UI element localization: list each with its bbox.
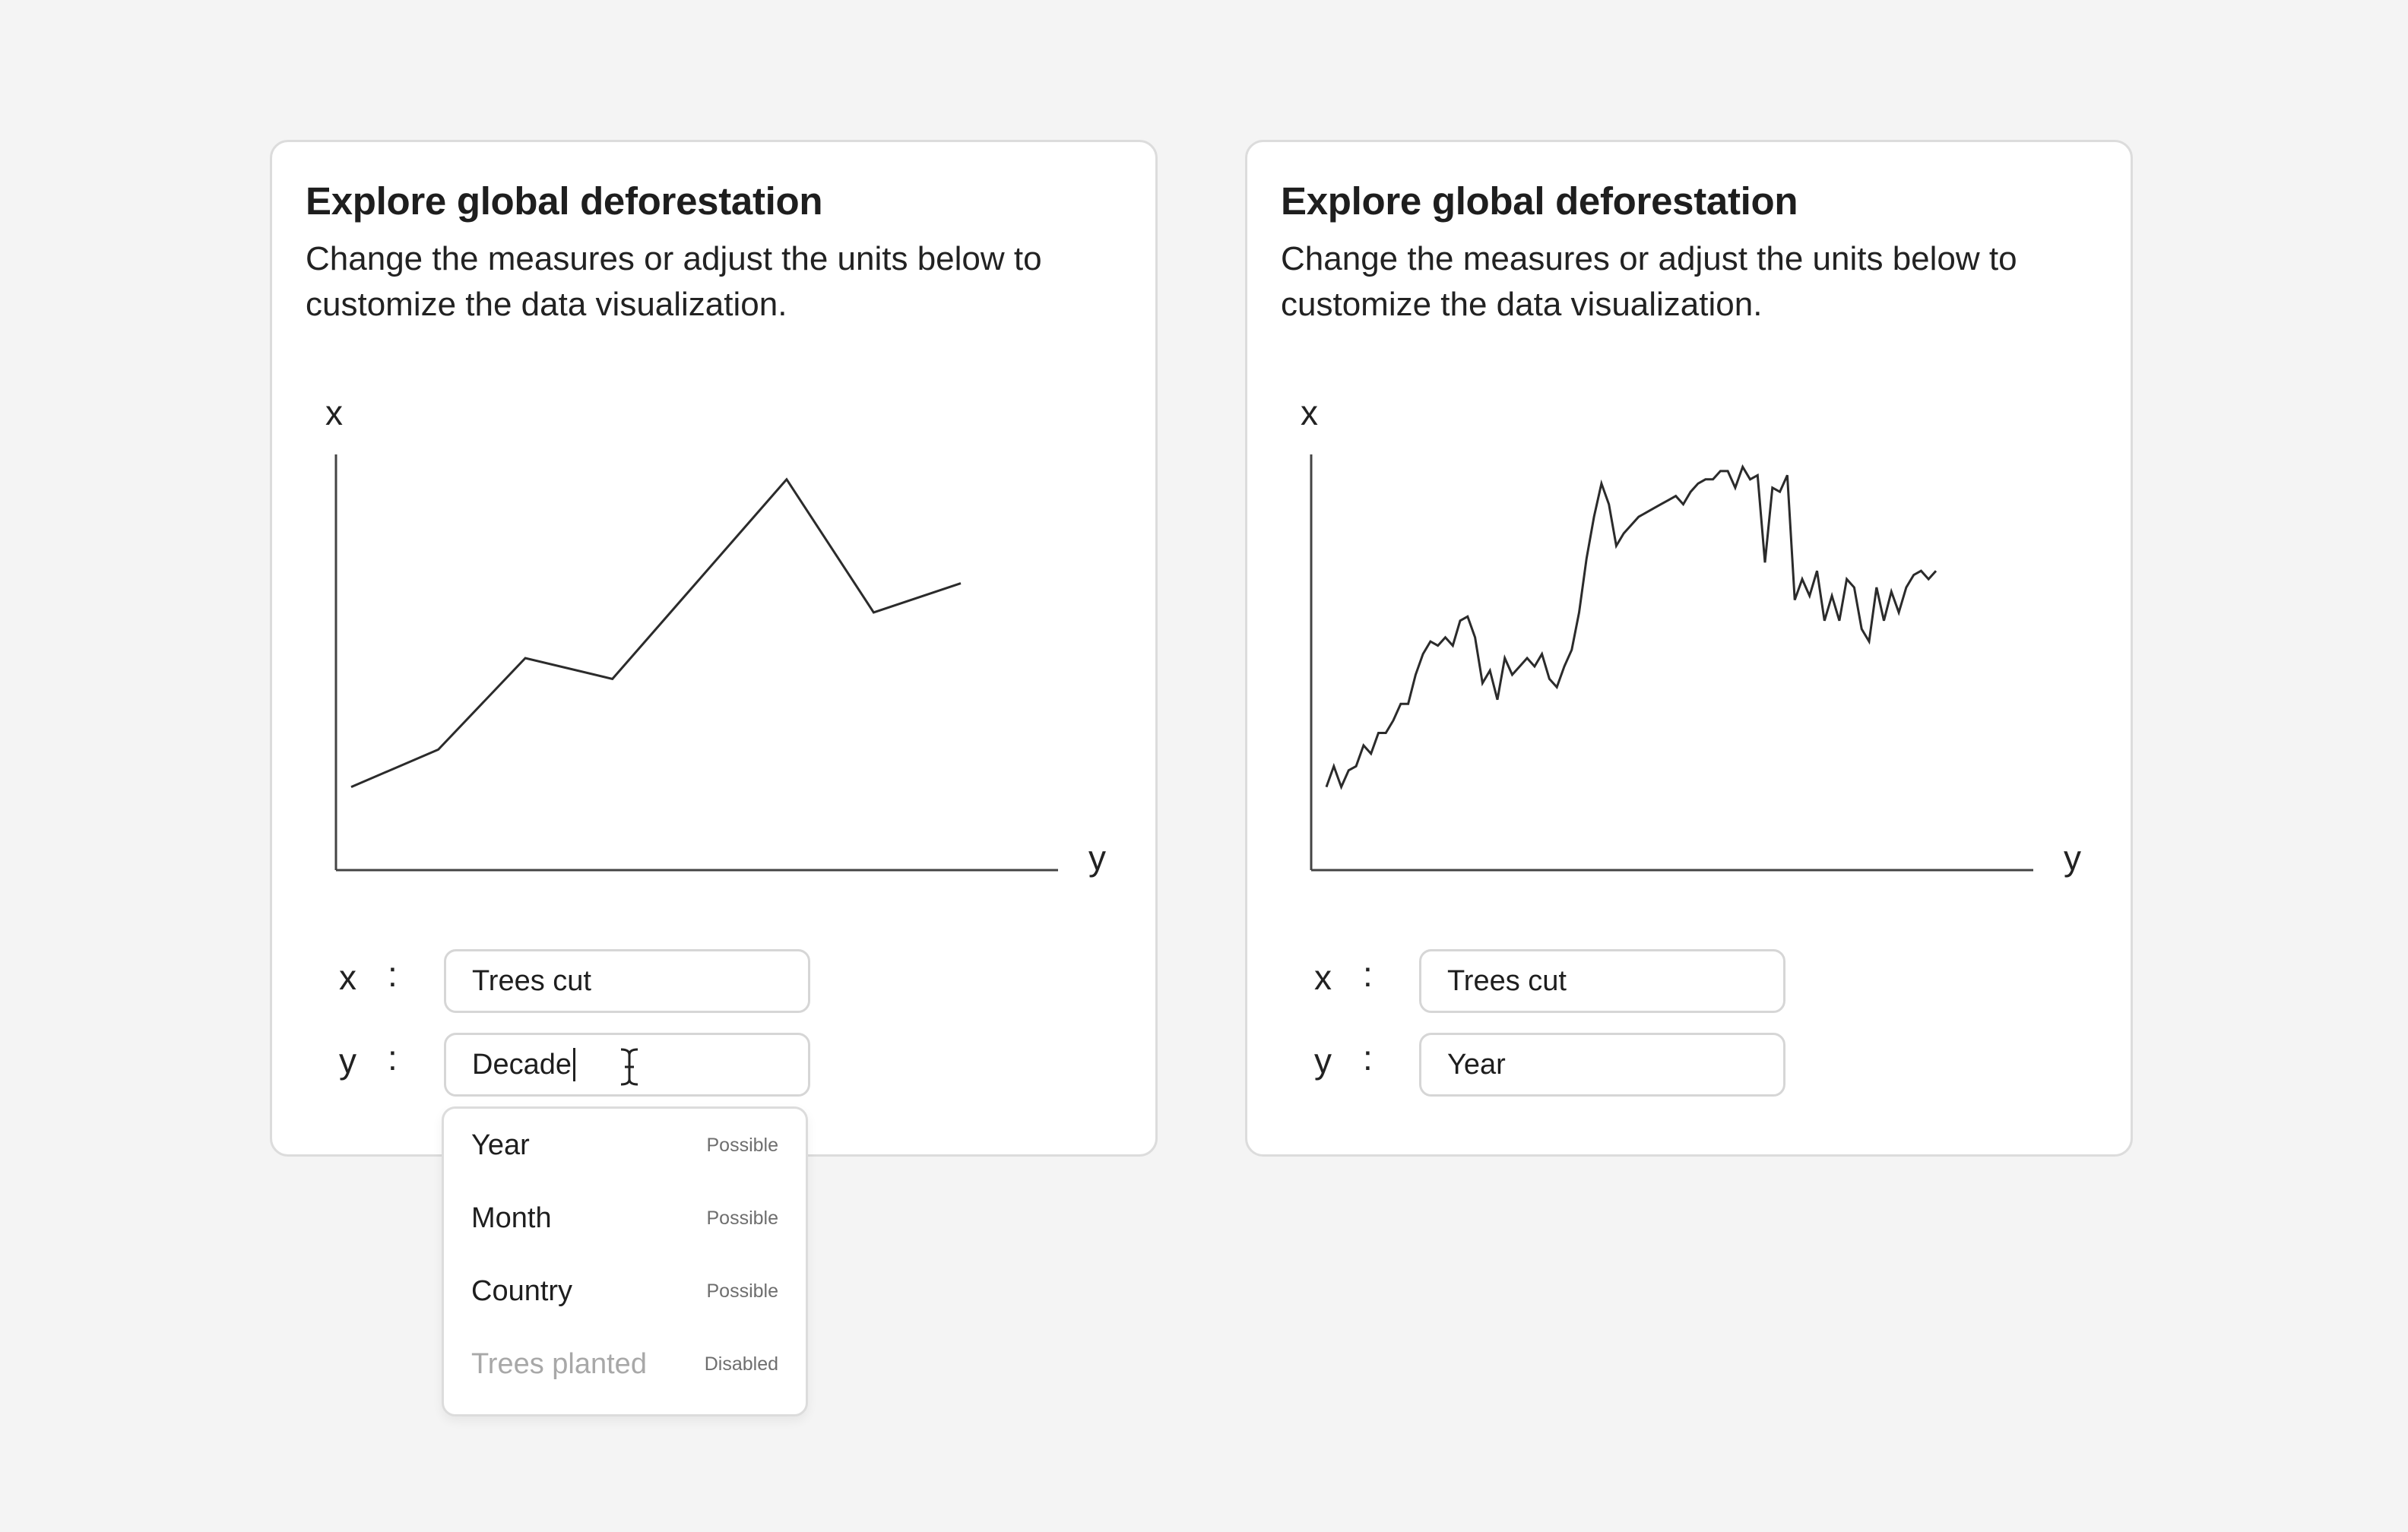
x-measure-input[interactable]: Trees cut [1419, 949, 1785, 1013]
x-measure-value: Trees cut [1447, 964, 1567, 997]
dropdown-option-trees-planted: Trees planted Disabled [444, 1328, 806, 1401]
x-measure-input[interactable]: Trees cut [444, 949, 810, 1013]
plot-area [350, 477, 962, 788]
option-status: Possible [706, 1207, 779, 1229]
option-label: Country [471, 1274, 573, 1307]
plot-area [1325, 464, 1937, 790]
line-chart-left: x y [325, 393, 1106, 878]
line-chart-right: x y [1301, 393, 2081, 878]
x-field-label: x [339, 958, 356, 997]
chart-card-left: Explore global deforestation Change the … [270, 140, 1158, 1157]
chart-card-right: Explore global deforestation Change the … [1245, 140, 2133, 1157]
y-field-colon: : [1363, 1038, 1373, 1078]
option-label: Trees planted [471, 1347, 647, 1380]
option-status: Disabled [704, 1353, 778, 1375]
y-field-colon: : [388, 1038, 398, 1078]
unit-suggestions-dropdown: Year Possible Month Possible Country Pos… [442, 1106, 808, 1416]
dropdown-option-year[interactable]: Year Possible [444, 1109, 806, 1182]
y-unit-value: Year [1447, 1048, 1506, 1081]
x-field-colon: : [1363, 954, 1373, 994]
text-cursor-icon [620, 1048, 638, 1086]
dropdown-option-month[interactable]: Month Possible [444, 1182, 806, 1255]
option-label: Year [471, 1128, 530, 1161]
y-unit-value: Decade [472, 1048, 572, 1081]
y-field-label: y [339, 1041, 356, 1081]
y-unit-input[interactable]: Year [1419, 1033, 1785, 1097]
option-status: Possible [706, 1134, 779, 1156]
dropdown-option-country[interactable]: Country Possible [444, 1255, 806, 1328]
option-label: Month [471, 1201, 552, 1234]
x-field-colon: : [388, 954, 398, 994]
x-measure-value: Trees cut [472, 964, 591, 997]
option-status: Possible [706, 1280, 779, 1302]
x-axis-title: y [2064, 838, 2081, 878]
text-caret [572, 1048, 575, 1081]
y-axis-title: x [1301, 393, 1318, 432]
x-field-label: x [1314, 958, 1332, 997]
y-axis-title: x [325, 393, 343, 432]
series-line [1325, 464, 1937, 790]
y-unit-input[interactable]: Decade [444, 1033, 810, 1097]
series-line [350, 477, 962, 788]
x-axis-title: y [1088, 838, 1106, 878]
y-field-label: y [1314, 1041, 1332, 1081]
